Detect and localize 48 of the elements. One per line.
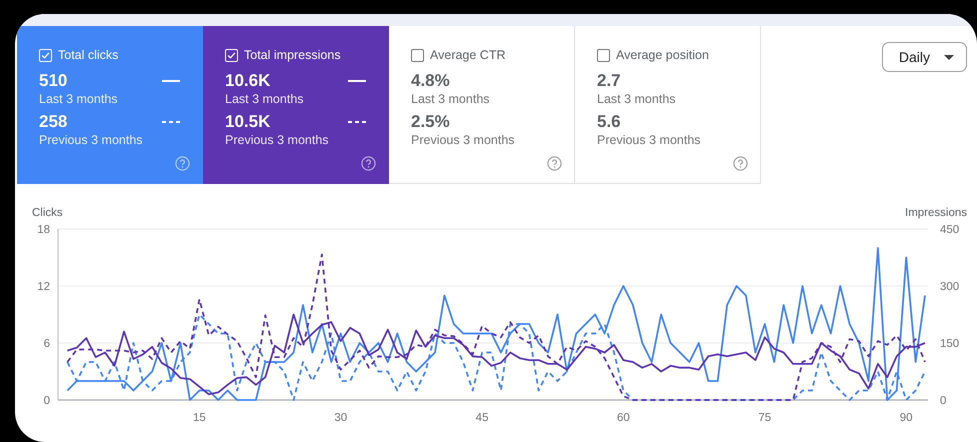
period-label: Last 3 months <box>225 91 305 108</box>
period-label: Previous 3 months <box>597 132 702 149</box>
metric-label: Total clicks <box>58 48 118 62</box>
metric-value: 2.5% <box>411 112 450 132</box>
metric-value: 510 <box>39 71 68 91</box>
metric-label: Average CTR <box>430 48 506 62</box>
metric-value: 2.7 <box>597 71 621 91</box>
axis-tick-label: 150 <box>940 338 960 350</box>
axis-title: Impressions <box>905 207 967 219</box>
axis-tick-label: 75 <box>758 412 772 424</box>
axis-tick-label: 300 <box>940 281 960 293</box>
metric-value: 10.6K <box>225 71 270 91</box>
period-label: Last 3 months <box>411 91 491 108</box>
metric-label: Total impressions <box>244 48 341 62</box>
axis-title: Clicks <box>32 207 63 219</box>
checkbox[interactable] <box>411 48 424 62</box>
metric-card[interactable]: Average CTR 4.8% Last 3 months 2.5% Previous 3 months <box>389 26 575 184</box>
axis-tick-label: 450 <box>940 224 960 236</box>
metric-card[interactable]: Average position 2.7 Last 3 months 5.6 Previous 3 months <box>575 26 761 184</box>
help-icon[interactable] <box>733 156 748 171</box>
period-label: Last 3 months <box>597 91 677 108</box>
solid-line-icon <box>348 78 366 84</box>
dashed-line-icon <box>348 119 366 125</box>
granularity-dropdown[interactable]: Daily <box>882 42 967 72</box>
axis-tick-label: 12 <box>37 281 50 293</box>
axis-tick-label: 18 <box>37 224 50 236</box>
metric-value: 10.5K <box>225 112 270 132</box>
period-label: Last 3 months <box>39 91 119 108</box>
dashed-line-icon <box>162 119 180 125</box>
axis-tick-label: 45 <box>476 412 488 424</box>
metric-value: 4.8% <box>411 71 450 91</box>
axis-tick-label: 6 <box>44 338 50 350</box>
caret-icon <box>944 54 954 60</box>
axis-tick-label: 0 <box>44 395 50 407</box>
solid-line-icon <box>162 78 180 84</box>
metric-label: Average position <box>616 48 709 62</box>
period-label: Previous 3 months <box>411 132 516 149</box>
axis-tick-label: 60 <box>617 412 630 424</box>
help-icon[interactable] <box>547 156 562 171</box>
checkbox[interactable] <box>597 48 610 62</box>
axis-tick-label: 90 <box>900 412 913 424</box>
period-label: Previous 3 months <box>39 132 144 149</box>
period-label: Previous 3 months <box>225 132 330 149</box>
metric-value: 5.6 <box>597 112 621 132</box>
axis-tick-label: 30 <box>334 412 348 424</box>
metric-value: 258 <box>39 112 68 132</box>
axis-tick-label: 0 <box>940 395 946 407</box>
axis-tick-label: 15 <box>192 412 206 424</box>
